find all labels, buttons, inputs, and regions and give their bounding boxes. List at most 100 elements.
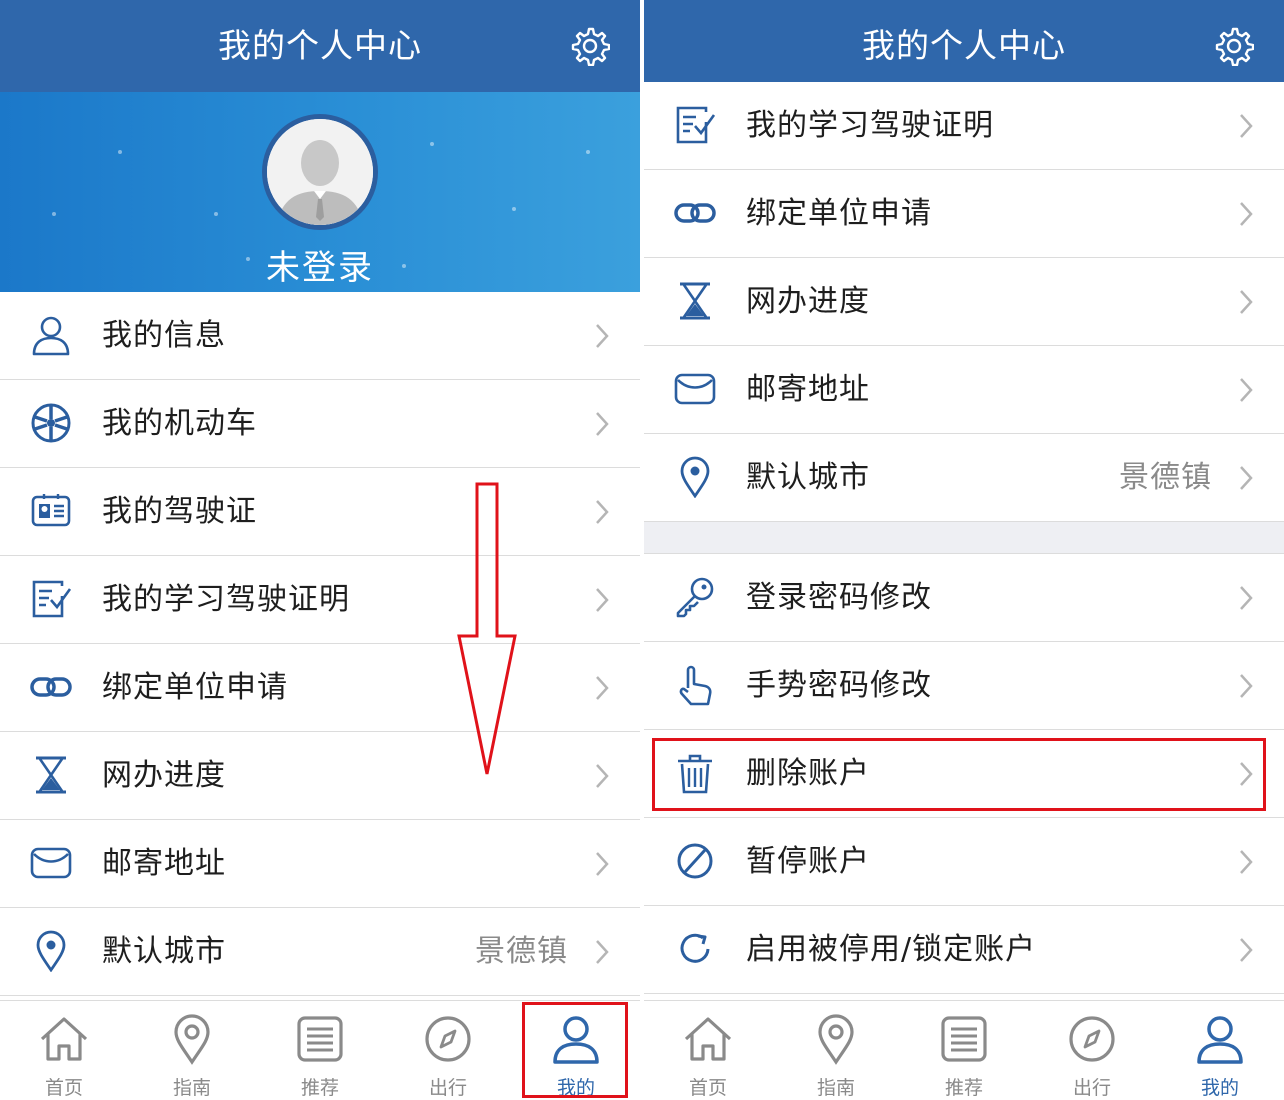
- menu-label: 我的信息: [102, 318, 226, 353]
- gear-icon[interactable]: [570, 26, 610, 66]
- menu-item-study-cert[interactable]: 我的学习驾驶证明: [644, 82, 1284, 170]
- chevron-right-icon: [596, 412, 609, 436]
- tab-label: 首页: [688, 1077, 727, 1099]
- chevron-right-icon: [1240, 114, 1253, 138]
- chevron-right-icon: [1240, 938, 1253, 962]
- tab-home[interactable]: 首页: [644, 1001, 772, 1100]
- id-card-icon: [31, 494, 71, 527]
- default-city-value: 景德镇: [1119, 460, 1212, 495]
- menu-item-login-password[interactable]: 登录密码修改: [644, 554, 1284, 642]
- menu-label: 默认城市: [102, 934, 226, 969]
- tab-bar: 首页 指南 推荐 出行 我的: [644, 1000, 1284, 1100]
- menu-label: 网办进度: [102, 758, 226, 793]
- map-pin-icon: [818, 1014, 854, 1065]
- link-icon: [30, 677, 72, 697]
- menu-item-default-city[interactable]: 默认城市 景德镇: [0, 908, 640, 996]
- menu-item-my-info[interactable]: 我的信息: [0, 292, 640, 380]
- chevron-right-icon: [596, 324, 609, 348]
- chevron-right-icon: [1240, 290, 1253, 314]
- menu-label: 默认城市: [746, 460, 870, 495]
- menu-label: 我的机动车: [102, 406, 257, 441]
- chevron-right-icon: [1240, 674, 1253, 698]
- menu-list: 我的学习驾驶证明 绑定单位申请 网办进度 邮寄地址 默认城市 景德镇 登录密码修…: [644, 82, 1284, 994]
- tab-label: 我的: [1200, 1077, 1239, 1099]
- tab-home[interactable]: 首页: [0, 1001, 128, 1100]
- page-title: 我的个人中心: [218, 26, 422, 65]
- nav-header: 我的个人中心: [644, 0, 1284, 92]
- profile-banner: 未登录: [0, 92, 640, 292]
- menu-item-enable-account[interactable]: 启用被停用/锁定账户: [644, 906, 1284, 994]
- menu-label: 邮寄地址: [746, 372, 870, 407]
- menu-list: 我的信息 我的机动车 我的驾驶证 我的学习驾驶证明 绑定单位申请 网办进度 邮寄…: [0, 292, 640, 996]
- menu-label: 绑定单位申请: [746, 196, 932, 231]
- menu-item-suspend-account[interactable]: 暂停账户: [644, 818, 1284, 906]
- hand-pointer-icon: [679, 665, 712, 706]
- chevron-right-icon: [596, 588, 609, 612]
- menu-item-study-cert[interactable]: 我的学习驾驶证明: [0, 556, 640, 644]
- menu-label: 启用被停用/锁定账户: [746, 932, 1037, 967]
- tab-recommend[interactable]: 推荐: [900, 1001, 1028, 1100]
- hourglass-icon: [36, 756, 66, 794]
- delete-account-highlight-box: [652, 738, 1266, 811]
- home-icon: [40, 1017, 88, 1061]
- avatar-placeholder-icon: [267, 119, 373, 225]
- scroll-down-arrow-annotation: [457, 482, 517, 775]
- chevron-right-icon: [596, 764, 609, 788]
- chevron-right-icon: [1240, 378, 1253, 402]
- key-icon: [676, 577, 714, 618]
- menu-item-bind-unit[interactable]: 绑定单位申请: [644, 170, 1284, 258]
- chevron-right-icon: [1240, 202, 1253, 226]
- menu-label: 绑定单位申请: [102, 670, 288, 705]
- menu-item-online-progress[interactable]: 网办进度: [644, 258, 1284, 346]
- list-icon: [297, 1016, 343, 1062]
- menu-item-online-progress[interactable]: 网办进度: [0, 732, 640, 820]
- tab-label: 推荐: [300, 1077, 339, 1099]
- section-divider: [644, 522, 1284, 554]
- ban-icon: [677, 843, 713, 879]
- menu-item-mail-address[interactable]: 邮寄地址: [644, 346, 1284, 434]
- page-title: 我的个人中心: [862, 26, 1066, 65]
- tab-label: 指南: [816, 1077, 855, 1099]
- menu-item-gesture-password[interactable]: 手势密码修改: [644, 642, 1284, 730]
- compass-icon: [425, 1016, 471, 1062]
- checklist-icon: [676, 106, 716, 144]
- tab-guide[interactable]: 指南: [128, 1001, 256, 1100]
- screen-scrolled: 我的个人中心 我的学习驾驶证明 绑定单位申请 网办进度 邮寄地址 默认城市 景德…: [644, 0, 1284, 1100]
- menu-item-my-license[interactable]: 我的驾驶证: [0, 468, 640, 556]
- menu-label: 我的学习驾驶证明: [746, 108, 994, 143]
- mail-icon: [674, 373, 716, 405]
- menu-label: 手势密码修改: [746, 668, 932, 703]
- tab-label: 出行: [1072, 1077, 1111, 1099]
- tab-mine[interactable]: 我的: [1156, 1001, 1284, 1100]
- compass-icon: [1069, 1016, 1115, 1062]
- avatar[interactable]: [262, 114, 378, 230]
- wheel-icon: [31, 403, 71, 443]
- user-icon: [32, 316, 70, 356]
- hourglass-icon: [680, 282, 710, 320]
- link-icon: [674, 203, 716, 223]
- menu-item-bind-unit[interactable]: 绑定单位申请: [0, 644, 640, 732]
- chevron-right-icon: [596, 676, 609, 700]
- home-icon: [684, 1017, 732, 1061]
- tab-guide[interactable]: 指南: [772, 1001, 900, 1100]
- screen-top: 我的个人中心 未登录 我的信息 我的机动车 我的驾驶证 我的学习驾驶证明 绑定单…: [0, 0, 640, 1100]
- location-pin-icon: [680, 456, 710, 498]
- list-icon: [941, 1016, 987, 1062]
- tab-label: 首页: [44, 1077, 83, 1099]
- tab-travel[interactable]: 出行: [384, 1001, 512, 1100]
- menu-label: 邮寄地址: [102, 846, 226, 881]
- chevron-right-icon: [1240, 466, 1253, 490]
- tab-mine-highlight-box: [522, 1002, 628, 1098]
- menu-item-mail-address[interactable]: 邮寄地址: [0, 820, 640, 908]
- menu-item-my-vehicle[interactable]: 我的机动车: [0, 380, 640, 468]
- checklist-icon: [32, 580, 72, 618]
- menu-item-default-city[interactable]: 默认城市 景德镇: [644, 434, 1284, 522]
- menu-label: 登录密码修改: [746, 580, 932, 615]
- tab-recommend[interactable]: 推荐: [256, 1001, 384, 1100]
- chevron-right-icon: [596, 940, 609, 964]
- tab-travel[interactable]: 出行: [1028, 1001, 1156, 1100]
- gear-icon[interactable]: [1214, 26, 1254, 66]
- default-city-value: 景德镇: [475, 934, 568, 969]
- chevron-right-icon: [1240, 850, 1253, 874]
- login-status[interactable]: 未登录: [0, 240, 640, 289]
